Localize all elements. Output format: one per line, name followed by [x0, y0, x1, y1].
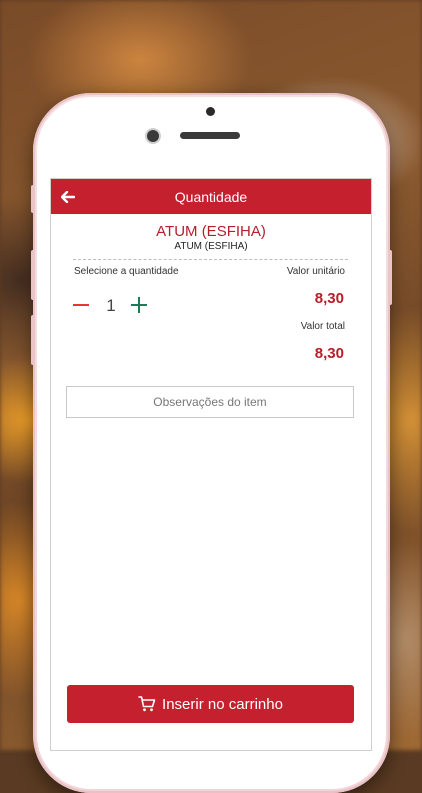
- phone-camera: [147, 130, 159, 142]
- app-header: Quantidade: [51, 179, 371, 214]
- phone-speaker: [180, 132, 240, 139]
- total-price-label: Valor total: [300, 321, 345, 332]
- add-to-cart-label: Inserir no carrinho: [162, 695, 283, 713]
- unit-price-label: Valor unitário: [286, 266, 345, 277]
- quantity-value: 1: [106, 296, 116, 315]
- product-name: ATUM (ESFIHA): [156, 223, 266, 240]
- decrease-quantity-button[interactable]: [73, 297, 89, 313]
- phone-volume-down: [31, 315, 35, 365]
- back-button[interactable]: [57, 186, 79, 208]
- product-subtitle: ATUM (ESFIHA): [174, 241, 248, 252]
- page-title: Quantidade: [174, 188, 248, 205]
- item-notes-input[interactable]: [66, 386, 354, 418]
- increase-quantity-button[interactable]: [131, 297, 147, 313]
- add-to-cart-button[interactable]: Inserir no carrinho: [67, 685, 354, 723]
- phone-sensor: [206, 107, 215, 116]
- phone-power-button: [388, 250, 392, 305]
- total-price-value: 8,30: [314, 345, 344, 362]
- app-screen: Quantidade ATUM (ESFIHA) ATUM (ESFIHA) S…: [51, 179, 371, 750]
- phone-volume-up: [31, 250, 35, 300]
- arrow-left-icon: [61, 191, 75, 203]
- dashed-divider: [73, 259, 348, 260]
- unit-price-value: 8,30: [314, 290, 344, 307]
- quantity-label: Selecione a quantidade: [74, 266, 179, 277]
- phone-mute-switch: [31, 185, 35, 213]
- cart-icon: [138, 695, 156, 713]
